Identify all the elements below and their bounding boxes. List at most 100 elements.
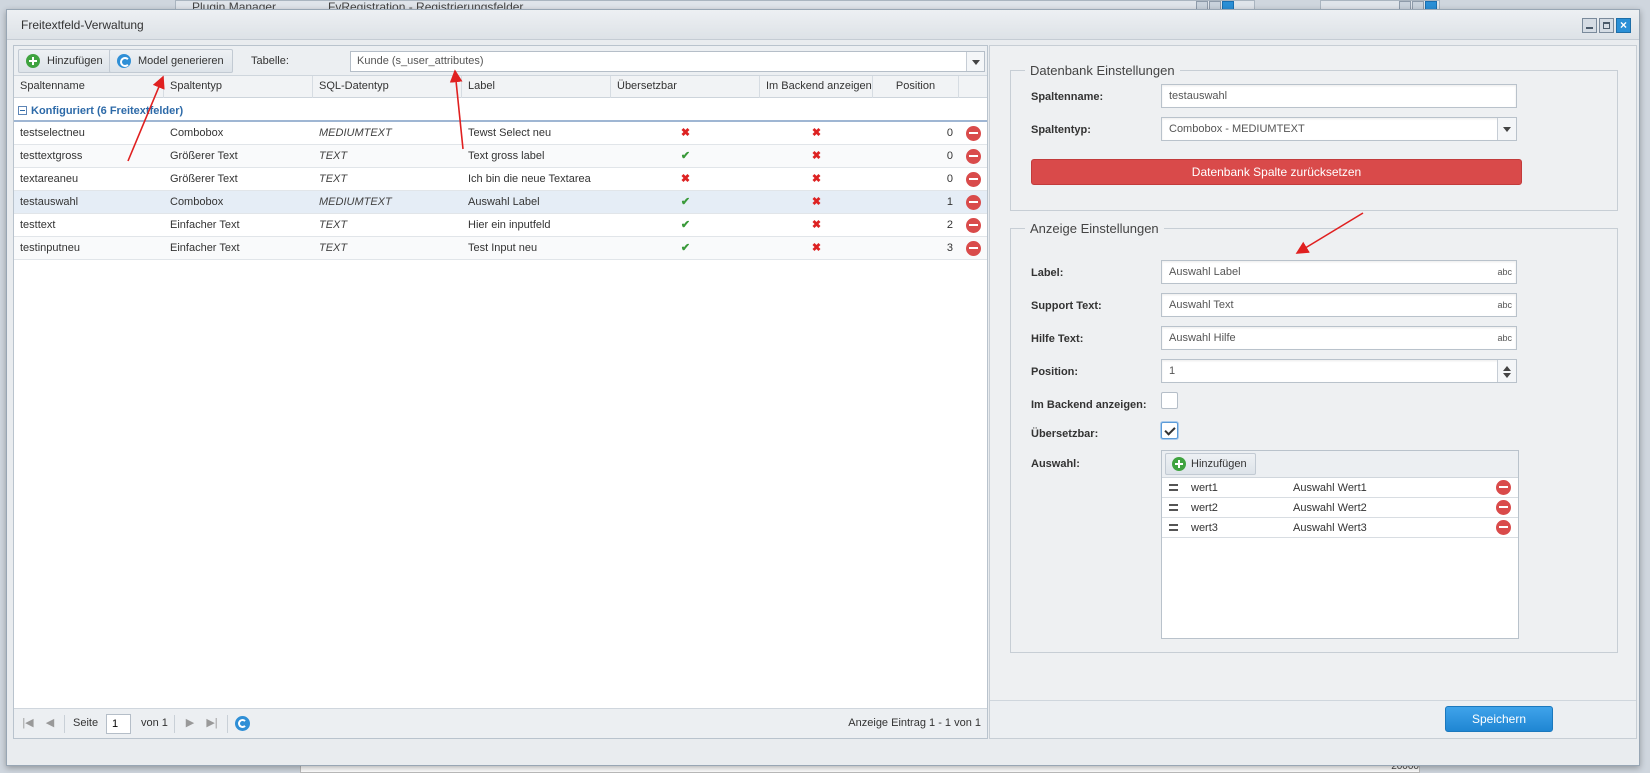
list-item[interactable]: wert3 Auswahl Wert3 bbox=[1162, 518, 1518, 538]
column-header-label[interactable]: Label bbox=[462, 76, 611, 98]
translatable-label: Übersetzbar: bbox=[1031, 428, 1099, 440]
generate-model-button[interactable]: Model generieren bbox=[109, 49, 233, 73]
drag-handle-icon[interactable] bbox=[1169, 504, 1178, 511]
column-name-field[interactable]: testauswahl bbox=[1161, 84, 1517, 108]
db-settings-legend: Datenbank Einstellungen bbox=[1030, 63, 1175, 78]
selection-value: Auswahl Wert3 bbox=[1293, 522, 1367, 534]
window-titlebar[interactable]: Freitextfeld-Verwaltung × bbox=[7, 10, 1639, 40]
cross-icon: ✖ bbox=[680, 127, 691, 139]
translate-icon[interactable]: abc bbox=[1497, 261, 1512, 283]
cross-icon: ✖ bbox=[811, 127, 822, 139]
help-text-field[interactable]: Auswahl Hilfe abc bbox=[1161, 326, 1517, 350]
paging-toolbar: |◀ ◀ Seite von 1 ▶ ▶| Anzeige Eintrag 1 … bbox=[14, 708, 987, 738]
delete-icon[interactable] bbox=[966, 241, 981, 256]
cell-type: Combobox bbox=[170, 196, 224, 208]
table-row[interactable]: testinputneu Einfacher Text TEXT Test In… bbox=[14, 237, 987, 260]
translate-icon[interactable]: abc bbox=[1497, 294, 1512, 316]
maximize-icon[interactable] bbox=[1599, 18, 1614, 33]
panel-footer: Speichern bbox=[990, 700, 1636, 738]
column-name-value: testauswahl bbox=[1169, 90, 1228, 102]
backend-visible-checkbox[interactable] bbox=[1161, 392, 1178, 409]
cell-sql: MEDIUMTEXT bbox=[319, 196, 392, 208]
column-header-translatable[interactable]: Übersetzbar bbox=[611, 76, 760, 98]
collapse-icon[interactable] bbox=[18, 106, 27, 115]
next-page-icon[interactable]: ▶ bbox=[184, 717, 196, 729]
position-field[interactable]: 1 bbox=[1161, 359, 1517, 383]
last-page-icon[interactable]: ▶| bbox=[206, 717, 218, 729]
table-row[interactable]: testselectneu Combobox MEDIUMTEXT Tewst … bbox=[14, 122, 987, 145]
list-item[interactable]: wert2 Auswahl Wert2 bbox=[1162, 498, 1518, 518]
chevron-down-icon[interactable] bbox=[1497, 118, 1516, 140]
cell-label: Auswahl Label bbox=[468, 196, 540, 208]
grid-toolbar: Hinzufügen Model generieren Tabelle: Kun… bbox=[14, 46, 987, 76]
delete-icon[interactable] bbox=[1496, 480, 1511, 495]
column-header-actions bbox=[959, 76, 987, 98]
selection-key: wert2 bbox=[1191, 502, 1218, 514]
label-field[interactable]: Auswahl Label abc bbox=[1161, 260, 1517, 284]
cell-name: testselectneu bbox=[20, 127, 85, 139]
cell-position: 2 bbox=[946, 219, 953, 231]
translate-icon[interactable]: abc bbox=[1497, 327, 1512, 349]
page-of-label: von 1 bbox=[141, 717, 168, 729]
delete-icon[interactable] bbox=[966, 195, 981, 210]
cell-name: testinputneu bbox=[20, 242, 80, 254]
reset-column-button[interactable]: Datenbank Spalte zurücksetzen bbox=[1031, 159, 1522, 185]
chevron-down-icon[interactable] bbox=[966, 52, 984, 71]
support-text-value: Auswahl Text bbox=[1169, 299, 1234, 311]
cell-label: Hier ein inputfeld bbox=[468, 219, 551, 231]
selection-add-button[interactable]: Hinzufügen bbox=[1165, 453, 1256, 475]
refresh-icon[interactable] bbox=[235, 716, 250, 731]
display-info: Anzeige Eintrag 1 - 1 von 1 bbox=[848, 717, 981, 729]
translatable-checkbox[interactable] bbox=[1161, 422, 1178, 439]
close-icon[interactable]: × bbox=[1616, 18, 1631, 33]
cell-position: 3 bbox=[946, 242, 953, 254]
table-row[interactable]: textareaneu Größerer Text TEXT Ich bin d… bbox=[14, 168, 987, 191]
cross-icon: ✖ bbox=[811, 150, 822, 162]
save-button[interactable]: Speichern bbox=[1445, 706, 1553, 732]
delete-icon[interactable] bbox=[1496, 520, 1511, 535]
column-header-position[interactable]: Position bbox=[873, 76, 959, 98]
list-item[interactable]: wert1 Auswahl Wert1 bbox=[1162, 478, 1518, 498]
cell-name: testtextgross bbox=[20, 150, 83, 162]
minimize-icon[interactable] bbox=[1582, 18, 1597, 33]
divider bbox=[64, 715, 65, 733]
selection-key: wert3 bbox=[1191, 522, 1218, 534]
column-name-label: Spaltenname: bbox=[1031, 91, 1104, 103]
table-row[interactable]: testtextgross Größerer Text TEXT Text gr… bbox=[14, 145, 987, 168]
prev-page-icon[interactable]: ◀ bbox=[44, 717, 56, 729]
window-controls: × bbox=[1582, 18, 1631, 33]
spinner-icon[interactable] bbox=[1497, 360, 1516, 382]
support-text-field[interactable]: Auswahl Text abc bbox=[1161, 293, 1517, 317]
column-header-sql[interactable]: SQL-Datentyp bbox=[313, 76, 462, 98]
delete-icon[interactable] bbox=[1496, 500, 1511, 515]
table-select[interactable]: Kunde (s_user_attributes) bbox=[350, 51, 985, 72]
drag-handle-icon[interactable] bbox=[1169, 484, 1178, 491]
table-label: Tabelle: bbox=[251, 55, 289, 67]
drag-handle-icon[interactable] bbox=[1169, 524, 1178, 531]
page-input[interactable] bbox=[106, 714, 131, 734]
column-header-name[interactable]: Spaltenname bbox=[14, 76, 164, 98]
position-label: Position: bbox=[1031, 366, 1079, 378]
column-type-select[interactable]: Combobox - MEDIUMTEXT bbox=[1161, 117, 1517, 141]
column-type-label: Spaltentyp: bbox=[1031, 124, 1091, 136]
first-page-icon[interactable]: |◀ bbox=[22, 717, 34, 729]
grid-header: Spaltenname Spaltentyp SQL-Datentyp Labe… bbox=[14, 76, 987, 98]
backend-visible-label: Im Backend anzeigen: bbox=[1031, 399, 1147, 411]
delete-icon[interactable] bbox=[966, 172, 981, 187]
add-button[interactable]: Hinzufügen bbox=[18, 49, 112, 73]
position-value: 1 bbox=[1169, 365, 1176, 377]
table-row[interactable]: testtext Einfacher Text TEXT Hier ein in… bbox=[14, 214, 987, 237]
cell-sql: TEXT bbox=[319, 150, 348, 162]
column-header-backend[interactable]: Im Backend anzeigen bbox=[760, 76, 873, 98]
selection-grid: Hinzufügen wert1 Auswahl Wert1 wert2 Aus… bbox=[1161, 450, 1519, 639]
divider bbox=[227, 715, 228, 733]
column-header-type[interactable]: Spaltentyp bbox=[164, 76, 313, 98]
delete-icon[interactable] bbox=[966, 218, 981, 233]
group-header[interactable]: Konfiguriert (6 Freitextfelder) bbox=[14, 98, 987, 122]
selection-add-label: Hinzufügen bbox=[1191, 458, 1247, 470]
delete-icon[interactable] bbox=[966, 126, 981, 141]
help-text-value: Auswahl Hilfe bbox=[1169, 332, 1236, 344]
freitext-window: Freitextfeld-Verwaltung × Hinzufügen Mod… bbox=[6, 9, 1640, 766]
delete-icon[interactable] bbox=[966, 149, 981, 164]
table-row-selected[interactable]: testauswahl Combobox MEDIUMTEXT Auswahl … bbox=[14, 191, 987, 214]
